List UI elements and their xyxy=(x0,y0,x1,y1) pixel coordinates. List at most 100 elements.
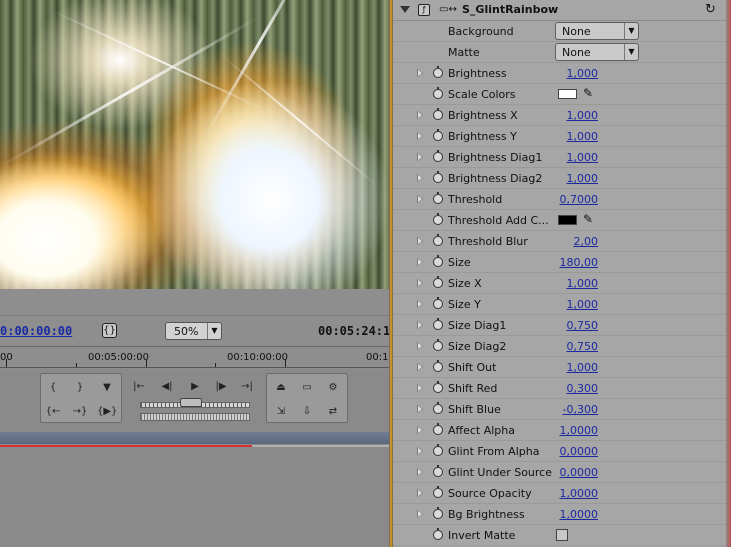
param-value[interactable]: 1,000 xyxy=(567,361,599,374)
param-value[interactable]: 1,0000 xyxy=(560,508,599,521)
stopwatch-icon[interactable] xyxy=(433,507,443,519)
shuttle-slider[interactable] xyxy=(140,413,250,421)
param-value[interactable]: 1,000 xyxy=(567,109,599,122)
go-to-in-icon[interactable]: {← xyxy=(43,404,63,420)
stopwatch-icon[interactable] xyxy=(433,444,443,456)
param-value[interactable]: 1,000 xyxy=(567,151,599,164)
stopwatch-icon[interactable] xyxy=(433,360,443,372)
step-to-out-icon[interactable]: →| xyxy=(237,379,257,395)
stopwatch-icon[interactable] xyxy=(433,234,443,246)
twirl-right-icon[interactable] xyxy=(417,258,423,266)
param-value[interactable]: 1,000 xyxy=(567,277,599,290)
stopwatch-icon[interactable] xyxy=(433,276,443,288)
stopwatch-icon[interactable] xyxy=(433,297,443,309)
twirl-right-icon[interactable] xyxy=(417,195,423,203)
param-value[interactable]: 0,750 xyxy=(567,340,599,353)
effect-motion-icon[interactable]: ▭↔ xyxy=(439,4,457,16)
twirl-right-icon[interactable] xyxy=(417,363,423,371)
play-in-to-out-icon[interactable]: {▶} xyxy=(97,404,117,420)
matte-select[interactable]: None ▼ xyxy=(555,43,639,61)
background-select[interactable]: None ▼ xyxy=(555,22,639,40)
twirl-right-icon[interactable] xyxy=(417,342,423,350)
step-back-icon[interactable]: ◀| xyxy=(157,379,177,395)
stopwatch-icon[interactable] xyxy=(433,66,443,78)
twirl-right-icon[interactable] xyxy=(417,321,423,329)
twirl-right-icon[interactable] xyxy=(417,279,423,287)
param-value[interactable]: 1,0000 xyxy=(560,487,599,500)
param-value[interactable]: 1,0000 xyxy=(560,424,599,437)
param-value[interactable]: 180,00 xyxy=(560,256,599,269)
stopwatch-icon[interactable] xyxy=(433,171,443,183)
eyedropper-icon[interactable]: ✎ xyxy=(583,212,593,226)
twirl-right-icon[interactable] xyxy=(417,405,423,413)
stopwatch-icon[interactable] xyxy=(433,528,443,540)
overlay-icon[interactable]: ⇩ xyxy=(297,404,317,420)
stopwatch-icon[interactable] xyxy=(433,255,443,267)
color-swatch[interactable] xyxy=(558,215,577,225)
insert-icon[interactable]: ⇲ xyxy=(271,404,291,420)
time-ruler[interactable]: 00 00:05:00:00 00:10:00:00 00:1 xyxy=(0,346,389,368)
twirl-right-icon[interactable] xyxy=(417,69,423,77)
stopwatch-icon[interactable] xyxy=(433,318,443,330)
eyedropper-icon[interactable]: ✎ xyxy=(583,86,593,100)
stopwatch-icon[interactable] xyxy=(433,192,443,204)
param-value[interactable]: 1,000 xyxy=(567,298,599,311)
mark-in-icon[interactable]: { xyxy=(43,380,63,396)
stopwatch-icon[interactable] xyxy=(433,87,443,99)
stopwatch-icon[interactable] xyxy=(433,486,443,498)
current-time-display[interactable]: 0:00:00:00 xyxy=(0,324,72,338)
twirl-right-icon[interactable] xyxy=(417,111,423,119)
twirl-right-icon[interactable] xyxy=(417,468,423,476)
param-value[interactable]: 0,0000 xyxy=(560,466,599,479)
safe-margins-icon[interactable]: ▭ xyxy=(297,380,317,396)
twirl-right-icon[interactable] xyxy=(417,384,423,392)
twirl-right-icon[interactable] xyxy=(417,153,423,161)
param-row-brightness-diag1: Brightness Diag1 1,000 xyxy=(393,147,726,168)
twirl-down-icon[interactable] xyxy=(400,6,410,13)
stopwatch-icon[interactable] xyxy=(433,129,443,141)
fx-enable-icon[interactable]: ƒ xyxy=(418,4,430,16)
trim-icon[interactable]: ⇄ xyxy=(323,404,343,420)
twirl-right-icon[interactable] xyxy=(417,426,423,434)
stopwatch-icon[interactable] xyxy=(433,108,443,120)
param-value[interactable]: 2,00 xyxy=(574,235,599,248)
work-area-bar[interactable] xyxy=(0,432,389,444)
stopwatch-icon[interactable] xyxy=(433,381,443,393)
twirl-right-icon[interactable] xyxy=(417,174,423,182)
param-value[interactable]: 0,750 xyxy=(567,319,599,332)
twirl-right-icon[interactable] xyxy=(417,132,423,140)
color-swatch[interactable] xyxy=(558,89,577,99)
twirl-right-icon[interactable] xyxy=(417,489,423,497)
param-value[interactable]: 0,0000 xyxy=(560,445,599,458)
twirl-right-icon[interactable] xyxy=(417,510,423,518)
step-forward-icon[interactable]: |▶ xyxy=(211,379,231,395)
stopwatch-icon[interactable] xyxy=(433,339,443,351)
stopwatch-icon[interactable] xyxy=(433,423,443,435)
invert-matte-checkbox[interactable] xyxy=(556,529,568,541)
param-value[interactable]: 0,300 xyxy=(567,382,599,395)
shuttle-knob[interactable] xyxy=(180,398,202,407)
twirl-right-icon[interactable] xyxy=(417,237,423,245)
twirl-right-icon[interactable] xyxy=(417,300,423,308)
twirl-right-icon[interactable] xyxy=(417,447,423,455)
param-value[interactable]: 1,000 xyxy=(567,67,599,80)
stopwatch-icon[interactable] xyxy=(433,213,443,225)
step-to-in-icon[interactable]: |← xyxy=(129,379,149,395)
param-label: Shift Out xyxy=(448,361,497,374)
param-value[interactable]: -0,300 xyxy=(563,403,598,416)
stopwatch-icon[interactable] xyxy=(433,465,443,477)
set-marker-icon[interactable]: ▼ xyxy=(97,380,117,396)
param-value[interactable]: 1,000 xyxy=(567,130,599,143)
mark-out-icon[interactable]: } xyxy=(70,380,90,396)
lift-icon[interactable]: ⏏ xyxy=(271,380,291,396)
param-value[interactable]: 1,000 xyxy=(567,172,599,185)
play-icon[interactable]: ▶ xyxy=(185,379,205,395)
go-to-out-icon[interactable]: →} xyxy=(70,404,90,420)
stopwatch-icon[interactable] xyxy=(433,150,443,162)
param-value[interactable]: 0,7000 xyxy=(560,193,599,206)
output-icon[interactable]: ⚙ xyxy=(323,380,343,396)
zoom-select[interactable]: 50% ▼ xyxy=(165,322,222,340)
stopwatch-icon[interactable] xyxy=(433,402,443,414)
reset-icon[interactable]: ↻ xyxy=(705,2,716,17)
safe-margins-toggle-icon[interactable]: {} xyxy=(102,323,117,338)
